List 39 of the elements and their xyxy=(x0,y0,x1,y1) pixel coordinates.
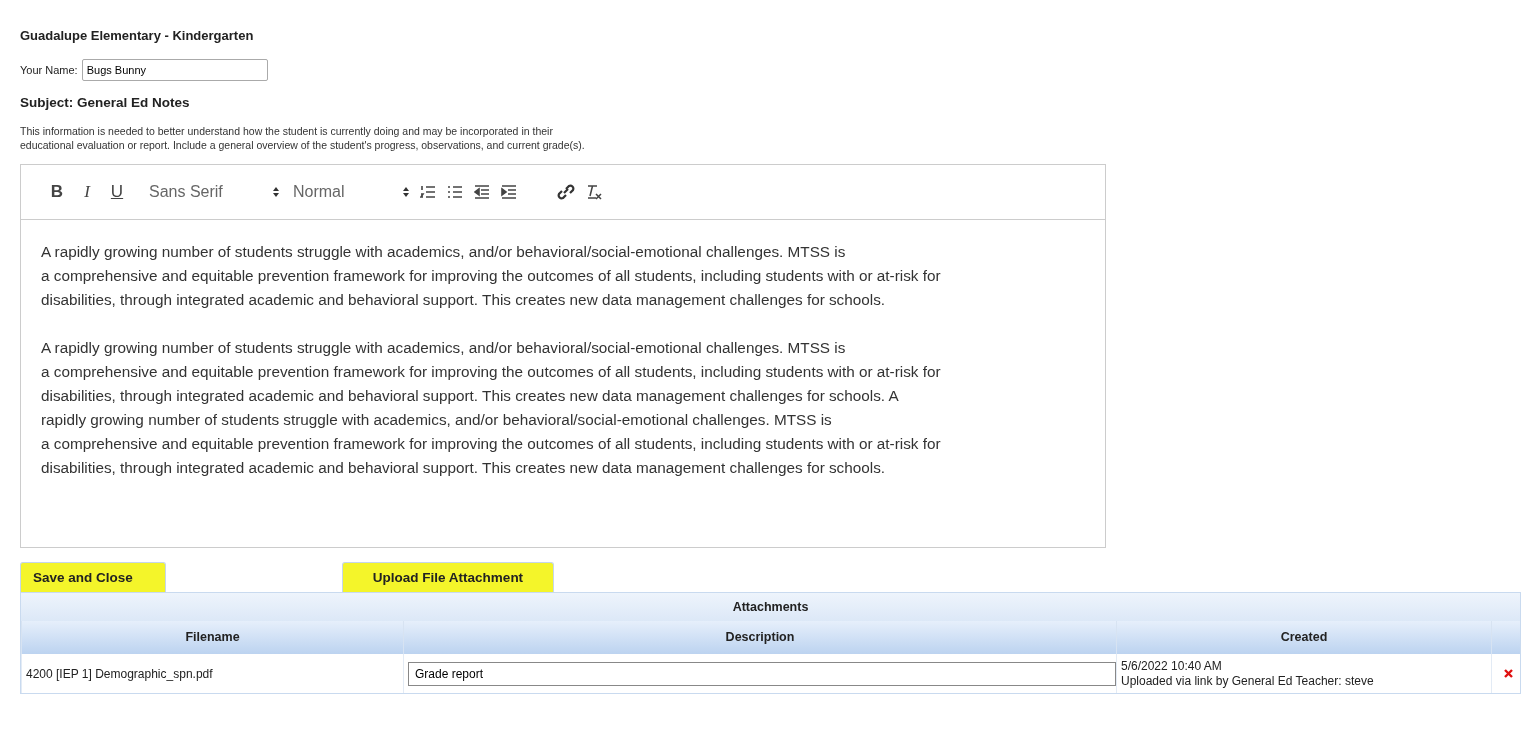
subject-heading: Subject: General Ed Notes xyxy=(20,95,191,110)
editor-text: a comprehensive and equitable prevention framework for improving the outcomes of all students, including students with or at-risk for xyxy=(41,434,942,454)
editor-text: a comprehensive and equitable prevention framework for improving the outcomes of all students, including students with or at-risk for xyxy=(41,266,942,286)
table-cell: 5/6/2022 10:40 AM xyxy=(1121,658,1222,674)
editor-text: rapidly growing number of students struggle with academics, and/or behavioral/social-emotional challenges. MTSS is xyxy=(41,410,833,430)
editor-text: A rapidly growing number of students struggle with academics, and/or behavioral/social-emotional challenges. MTSS is xyxy=(41,242,847,262)
outdent-icon[interactable] xyxy=(474,185,490,199)
indent-icon[interactable] xyxy=(501,185,517,199)
column-header: Description xyxy=(403,621,1116,654)
size-select[interactable]: Normal xyxy=(293,183,409,201)
column-header: Filename xyxy=(21,621,403,654)
editor-text: disabilities, through integrated academic and behavioral support. This creates new data management challenges for schools. A xyxy=(41,386,900,406)
table-caption: Attachments xyxy=(21,593,1520,621)
name-field[interactable]: Bugs Bunny xyxy=(81,59,268,81)
instruction-text: This information is needed to better understand how the student is currently doing and may be incorporated in their xyxy=(20,124,554,138)
format-button[interactable]: B xyxy=(43,182,71,202)
link-icon[interactable] xyxy=(557,184,575,200)
format-button[interactable]: I xyxy=(73,182,101,202)
bullet-list-icon[interactable] xyxy=(447,185,463,199)
editor-text: a comprehensive and equitable prevention framework for improving the outcomes of all students, including students with or at-risk for xyxy=(41,362,942,382)
instruction-text: educational evaluation or report. Include a general overview of the student's progress, observations, and current grade(s). xyxy=(20,138,586,152)
numbered-list-icon[interactable] xyxy=(420,185,436,199)
editor-text: disabilities, through integrated academic and behavioral support. This creates new data management challenges for schools. xyxy=(41,290,887,310)
updown-icon xyxy=(273,187,279,197)
delete-icon[interactable] xyxy=(1503,669,1513,678)
font-select[interactable]: Sans Serif xyxy=(149,183,279,201)
name-label: Your Name: xyxy=(20,64,78,76)
description-field[interactable]: Grade report xyxy=(408,661,1116,686)
action-button[interactable]: Save and Close xyxy=(20,562,166,592)
format-button[interactable]: U xyxy=(103,182,131,202)
editor-text: disabilities, through integrated academic and behavioral support. This creates new data management challenges for schools. xyxy=(41,458,887,478)
action-button[interactable]: Upload File Attachment xyxy=(342,562,554,592)
editor-text: A rapidly growing number of students struggle with academics, and/or behavioral/social-emotional challenges. MTSS is xyxy=(41,338,847,358)
page-title: Guadalupe Elementary - Kindergarten xyxy=(20,28,255,43)
table-cell: 4200 [IEP 1] Demographic_spn.pdf xyxy=(21,654,403,693)
table-cell: Uploaded via link by General Ed Teacher: steve xyxy=(1121,673,1374,689)
column-header: Created xyxy=(1116,621,1491,654)
clear-format-icon[interactable] xyxy=(586,184,602,200)
updown-icon xyxy=(403,187,409,197)
